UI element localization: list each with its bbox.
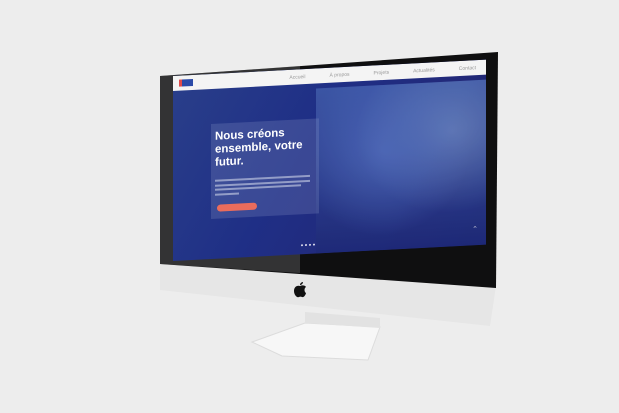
nav-a-propos[interactable]: À propos	[330, 71, 350, 78]
nav-actualites[interactable]: Actualités	[413, 67, 435, 74]
nav-contact[interactable]: Contact	[459, 65, 476, 72]
hero-title: Nous créons ensemble, votre futur.	[215, 127, 303, 169]
stand-base	[250, 322, 381, 361]
scroll-up-icon[interactable]: ⌃	[472, 225, 478, 233]
hero-photo	[316, 79, 486, 254]
nav-accueil[interactable]: Accueil	[289, 74, 305, 81]
slider-dots[interactable]	[301, 243, 315, 247]
site-logo[interactable]	[179, 78, 193, 87]
website-screen: Accueil À propos Projets Actualités Cont…	[173, 59, 486, 261]
nav-projets[interactable]: Projets	[374, 69, 390, 76]
